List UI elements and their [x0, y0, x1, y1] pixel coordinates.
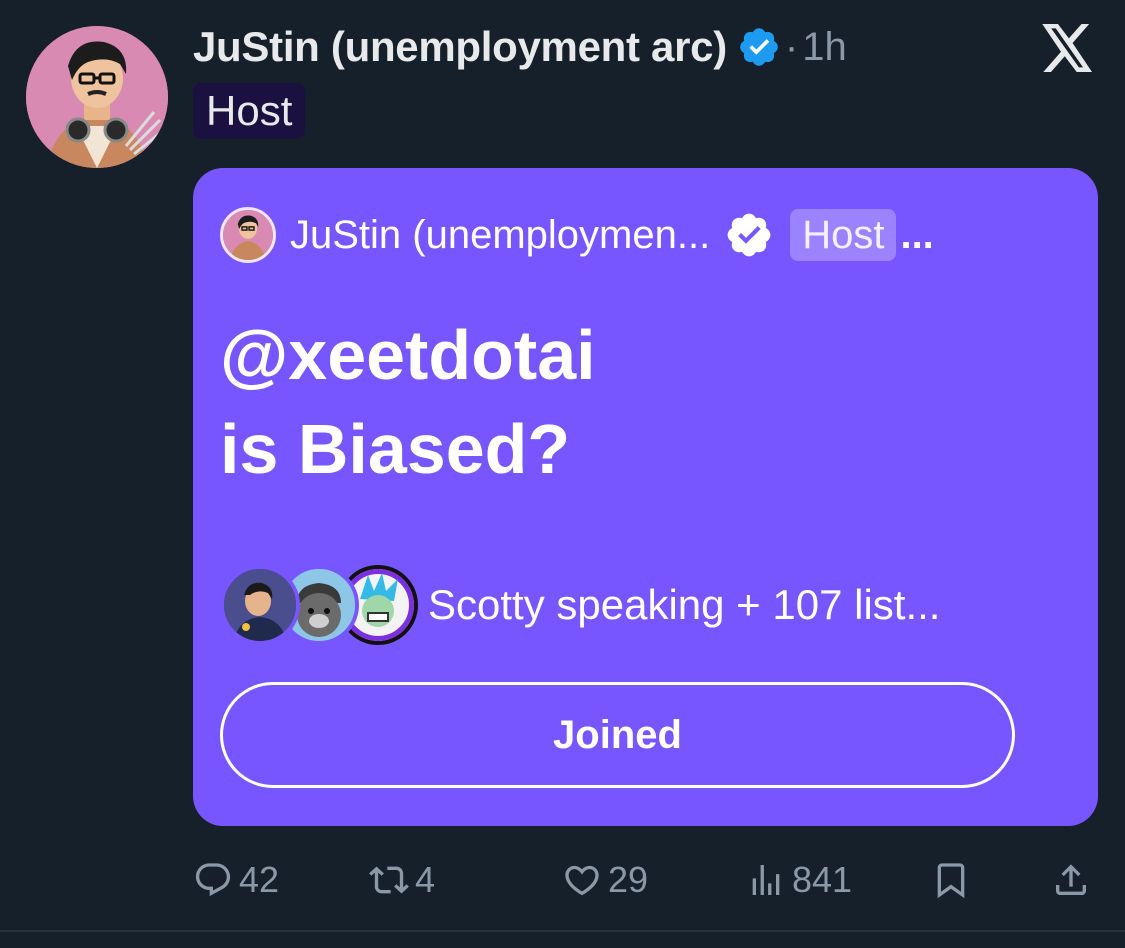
space-participants: Scotty speaking + 107 list... [220, 563, 940, 647]
author-avatar[interactable] [26, 26, 168, 168]
participant-avatars [220, 563, 418, 647]
author-name[interactable]: JuStin (unemployment arc) [193, 23, 727, 71]
space-title-line2: is Biased? [220, 410, 571, 488]
views-icon [752, 865, 780, 895]
space-card[interactable]: JuStin (unemploymen... Host ... @xeetdot… [193, 168, 1098, 826]
space-host-avatar [220, 207, 276, 263]
like-button[interactable]: 29 [562, 850, 648, 910]
tweet-actions: 42 4 29 841 [193, 850, 1098, 910]
divider [0, 930, 1125, 932]
space-host-badge: Host [790, 209, 897, 261]
retweet-count: 4 [415, 859, 436, 900]
share-icon [1056, 864, 1086, 895]
participant-avatar-1 [220, 565, 300, 645]
retweet-button[interactable]: 4 [369, 850, 435, 910]
host-badge: Host [193, 83, 306, 139]
tweet-separator: · [784, 24, 799, 69]
x-logo-icon[interactable] [1040, 24, 1096, 72]
reply-button[interactable]: 42 [193, 850, 279, 910]
space-title-line1: @xeetdotai [220, 316, 596, 394]
reply-icon [195, 863, 231, 897]
space-host-name: JuStin (unemploymen... [290, 212, 711, 257]
tweet-time[interactable]: 1h [802, 25, 847, 70]
views-button[interactable]: 841 [746, 850, 852, 910]
like-count: 29 [608, 859, 649, 900]
views-count: 841 [792, 859, 853, 900]
share-button[interactable] [1051, 850, 1091, 910]
verified-badge-icon[interactable] [737, 25, 781, 69]
verified-badge-icon [727, 213, 771, 257]
space-host-row: JuStin (unemploymen... Host ... [220, 203, 934, 267]
space-host-overflow: ... [900, 212, 934, 257]
joined-button[interactable]: Joined [220, 682, 1015, 788]
reply-count: 42 [239, 859, 280, 900]
bookmark-icon [937, 863, 965, 899]
retweet-icon [369, 866, 409, 894]
bookmark-button[interactable] [931, 850, 971, 910]
space-title: @xeetdotai is Biased? [220, 308, 596, 496]
participants-summary: Scotty speaking + 107 list... [428, 581, 941, 628]
tweet-header: JuStin (unemployment arc) · 1h [193, 22, 847, 72]
like-icon [565, 865, 599, 896]
